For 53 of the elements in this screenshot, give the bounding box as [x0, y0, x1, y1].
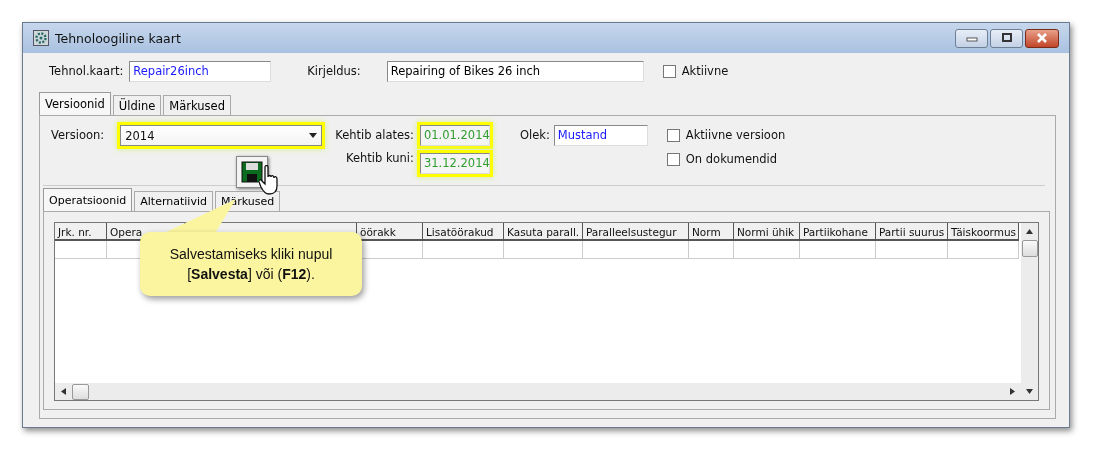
column-header[interactable]: Lisatöörakud — [423, 223, 504, 241]
close-icon — [1035, 33, 1049, 43]
scrollbar-thumb[interactable] — [1021, 240, 1038, 257]
horizontal-scrollbar[interactable] — [55, 383, 1021, 400]
caret-icon — [309, 133, 318, 138]
checkbox[interactable] — [666, 152, 680, 166]
column-header[interactable]: Jrk. nr. — [55, 223, 107, 241]
gear-icon — [33, 30, 49, 46]
right-arrow-icon — [1010, 388, 1015, 395]
column-header[interactable]: Paralleelsustegur — [583, 223, 689, 241]
down-arrow-icon — [1026, 389, 1033, 394]
column-header[interactable]: Partii suurus — [876, 223, 948, 241]
text-field[interactable]: Repair26inch — [129, 60, 272, 82]
column-header[interactable]: Normi ühik — [734, 223, 800, 241]
checkbox-label: Aktiivne versioon — [685, 128, 786, 142]
table-cell — [876, 241, 948, 259]
field-label: Tehnol.kaart: — [49, 64, 124, 78]
table-cell — [689, 241, 734, 259]
checkbox[interactable] — [666, 128, 680, 142]
tab[interactable]: Versioonid — [39, 92, 111, 115]
window-title: Tehnoloogiline kaart — [55, 30, 181, 46]
column-header[interactable]: Täiskoormus — [948, 223, 1019, 241]
checkbox[interactable] — [662, 64, 676, 78]
callout-text: [Salvesta] või (F12). — [187, 265, 315, 284]
maximize-button[interactable] — [990, 28, 1023, 48]
scrollbar-thumb[interactable] — [72, 383, 89, 400]
tab[interactable]: Üldine — [112, 95, 162, 115]
text-field[interactable]: Repairing of Bikes 26 inch — [386, 60, 644, 82]
column-header[interactable]: öörakk — [357, 223, 423, 241]
status-field[interactable]: Mustand — [553, 125, 648, 146]
callout-text: Salvestamiseks kliki nupul — [169, 245, 333, 264]
field-label: Kehtib kuni: — [346, 151, 414, 165]
close-button[interactable] — [1025, 28, 1059, 48]
table-cell — [734, 241, 800, 259]
field-label: Olek: — [519, 128, 550, 142]
checkbox-label: On dokumendid — [685, 152, 778, 166]
tab[interactable]: Operatsioonid — [43, 188, 133, 211]
column-header[interactable]: Partiikohane — [800, 223, 876, 241]
column-header[interactable]: Kasuta parall. — [504, 223, 583, 241]
left-arrow-icon — [61, 388, 66, 395]
tab[interactable]: Alternatiivid — [134, 191, 213, 211]
field-label: Versioon: — [51, 128, 105, 142]
minimize-icon — [965, 34, 978, 42]
maximize-icon — [1000, 33, 1013, 43]
checkbox-label: Aktiivne — [681, 64, 729, 78]
up-arrow-icon — [1026, 229, 1033, 234]
field-label: Kehtib alates: — [335, 128, 414, 142]
vertical-scrollbar[interactable] — [1021, 223, 1038, 400]
column-header[interactable]: Norm — [689, 223, 734, 241]
version-dropdown[interactable]: 2014 — [120, 125, 323, 146]
field-label: Kirjeldus: — [307, 64, 361, 78]
tab[interactable]: Märkused — [163, 95, 231, 115]
table-cell — [948, 241, 1019, 259]
